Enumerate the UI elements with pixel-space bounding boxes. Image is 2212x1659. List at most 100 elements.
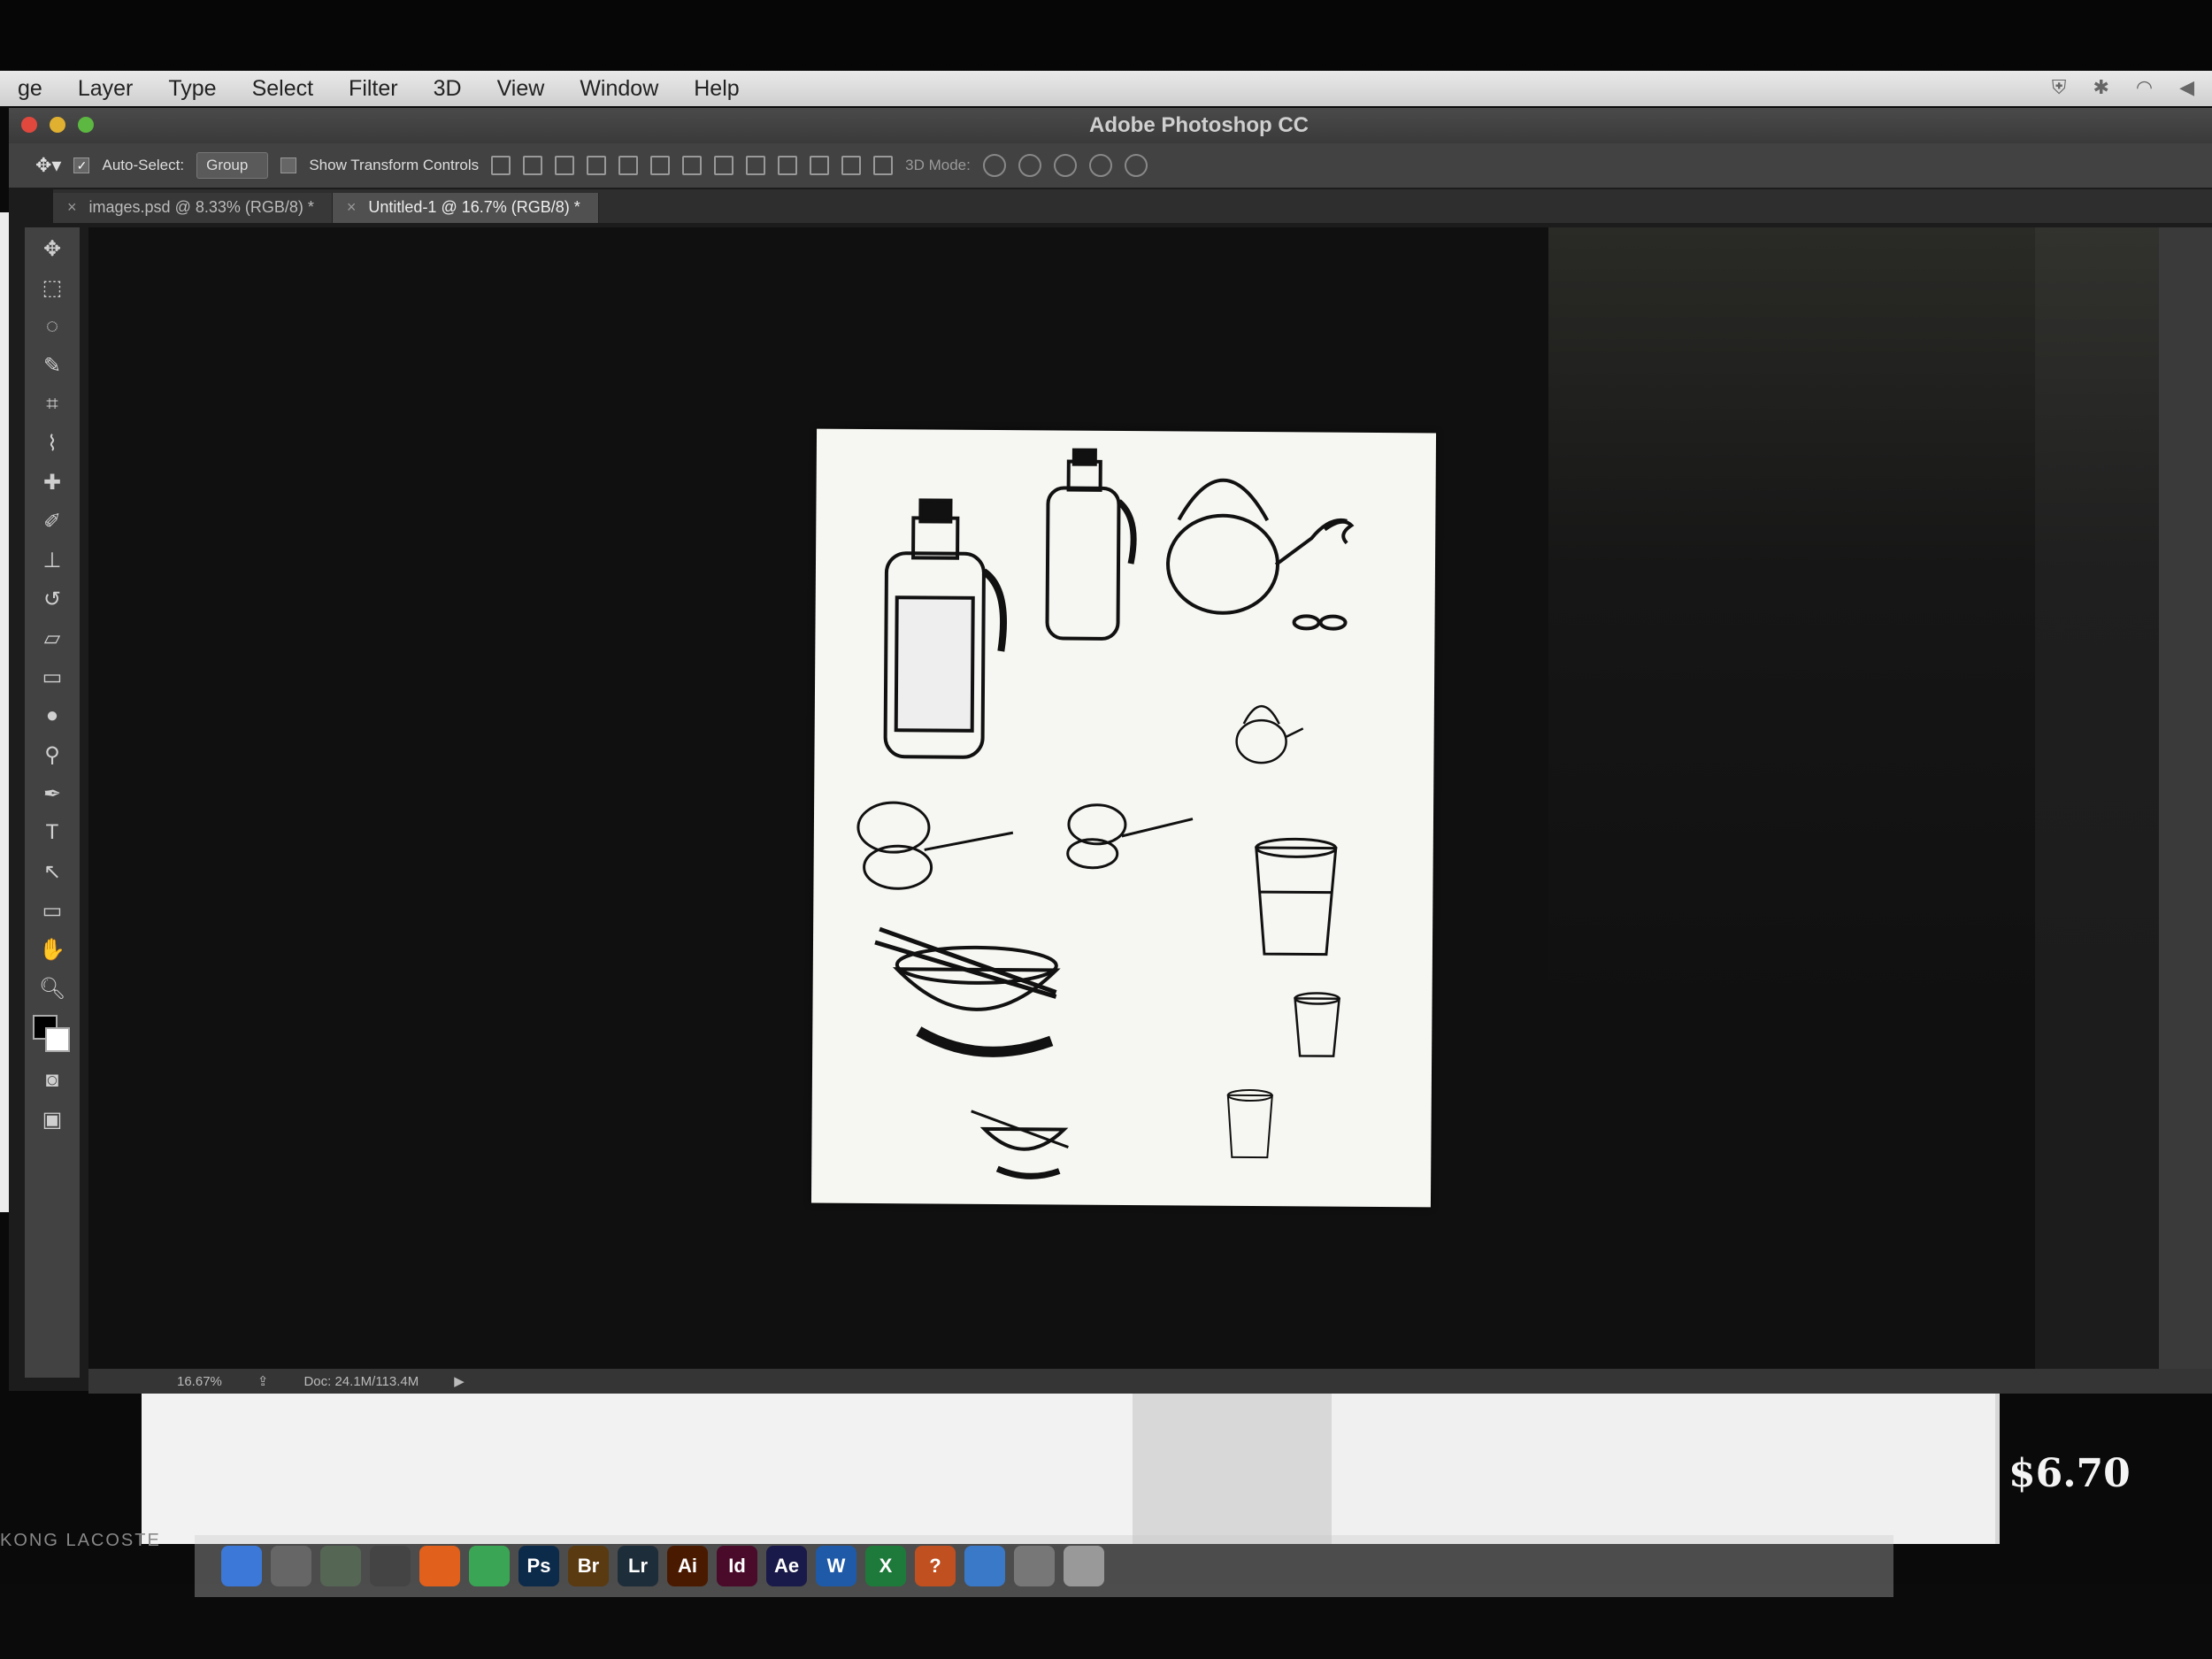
align-right-icon[interactable] [650, 156, 671, 175]
distribute-bottom-icon[interactable] [746, 156, 766, 175]
auto-select-dropdown[interactable]: Group [196, 152, 269, 179]
distribute-right-icon[interactable] [841, 156, 862, 175]
illustrator-icon[interactable]: Ai [667, 1546, 708, 1586]
healing-brush-icon[interactable]: ✚ [35, 465, 70, 500]
distribute-top-icon[interactable] [682, 156, 703, 175]
distribute-hcenter-icon[interactable] [810, 156, 830, 175]
close-tab-icon[interactable]: × [67, 198, 77, 216]
menu-3d[interactable]: 3D [416, 76, 480, 102]
align-left-icon[interactable] [587, 156, 607, 175]
help-icon[interactable]: ? [915, 1546, 956, 1586]
bluetooth-icon[interactable]: ✱ [2093, 76, 2108, 99]
close-tab-icon[interactable]: × [347, 198, 357, 216]
teapot-large-illustration [1166, 478, 1355, 631]
document-artwork [856, 448, 1355, 1179]
dodge-tool-icon[interactable]: ⚲ [35, 737, 70, 772]
window-title: Adobe Photoshop CC [1089, 113, 1309, 137]
share-icon[interactable]: ⇪ [257, 1373, 269, 1389]
menu-help[interactable]: Help [676, 76, 757, 102]
menu-filter[interactable]: Filter [331, 76, 416, 102]
trash-icon[interactable] [1064, 1546, 1104, 1586]
document-canvas[interactable] [810, 428, 1437, 1208]
3d-slide-icon[interactable] [1088, 154, 1112, 177]
lightroom-icon[interactable]: Lr [618, 1546, 658, 1586]
color-swatches[interactable] [33, 1015, 72, 1054]
bowl-chopsticks-small-illustration [971, 1110, 1069, 1179]
align-top-icon[interactable] [491, 156, 511, 175]
clone-stamp-icon[interactable]: ⊥ [35, 542, 70, 578]
glass-medium-illustration [1294, 992, 1340, 1057]
menu-select[interactable]: Select [234, 76, 331, 102]
system-prefs-icon[interactable] [1014, 1546, 1055, 1586]
path-select-tool-icon[interactable]: ↖ [35, 854, 70, 889]
window-controls [21, 117, 94, 133]
close-window-button[interactable] [21, 117, 37, 133]
zoom-level[interactable]: 16.67% [177, 1374, 222, 1389]
align-vcenter-icon[interactable] [523, 156, 543, 175]
finder-icon[interactable] [221, 1546, 262, 1586]
quick-mask-icon[interactable]: ◙ [35, 1063, 70, 1098]
zoom-tool-icon[interactable]: 🔍︎ [35, 971, 70, 1006]
zoom-window-button[interactable] [78, 117, 94, 133]
chrome-icon[interactable] [469, 1546, 510, 1586]
3d-rotate-icon[interactable] [982, 154, 1006, 177]
3d-scale-icon[interactable] [1124, 154, 1148, 177]
background-windows [142, 1394, 2000, 1544]
aftereffects-icon[interactable]: Ae [766, 1546, 807, 1586]
menu-layer[interactable]: Layer [60, 76, 151, 102]
blur-tool-icon[interactable]: ● [35, 698, 70, 733]
minimize-window-button[interactable] [50, 117, 65, 133]
pen-tool-icon[interactable]: ✒ [35, 776, 70, 811]
lasso-tool-icon[interactable]: ◌ [35, 309, 70, 344]
distribute-vcenter-icon[interactable] [714, 156, 734, 175]
menu-window[interactable]: Window [562, 76, 676, 102]
doc-size[interactable]: Doc: 24.1M/113.4M [303, 1374, 419, 1389]
align-bottom-icon[interactable] [555, 156, 575, 175]
firefox-icon[interactable] [419, 1546, 460, 1586]
word-icon[interactable]: W [816, 1546, 856, 1586]
menu-type[interactable]: Type [150, 76, 234, 102]
indesign-icon[interactable]: Id [717, 1546, 757, 1586]
hand-tool-icon[interactable]: ✋ [35, 932, 70, 967]
3d-pan-icon[interactable] [1053, 154, 1077, 177]
glass-large-illustration [1255, 837, 1338, 956]
shield-icon[interactable]: ⛨ [2052, 76, 2067, 99]
eraser-tool-icon[interactable]: ▱ [35, 620, 70, 656]
bridge-icon[interactable]: Br [568, 1546, 609, 1586]
show-transform-checkbox[interactable] [280, 157, 297, 173]
eyedropper-tool-icon[interactable]: ⌇ [35, 426, 70, 461]
itunes-icon[interactable] [964, 1546, 1005, 1586]
brush-tool-icon[interactable]: ✐ [35, 503, 70, 539]
rectangle-tool-icon[interactable]: ▭ [35, 893, 70, 928]
wifi-icon[interactable]: ◠ [2136, 76, 2153, 99]
quick-select-tool-icon[interactable]: ✎ [35, 348, 70, 383]
gradient-tool-icon[interactable]: ▭ [35, 659, 70, 695]
distribute-left-icon[interactable] [778, 156, 798, 175]
tab-untitled-1[interactable]: × Untitled-1 @ 16.7% (RGB/8) * [332, 193, 599, 223]
status-arrow-icon[interactable]: ▶ [454, 1373, 465, 1389]
auto-align-icon[interactable] [873, 156, 894, 175]
tab-images-psd[interactable]: × images.psd @ 8.33% (RGB/8) * [53, 193, 333, 223]
bowl-chopsticks-large-illustration [874, 926, 1061, 1057]
photoshop-icon[interactable]: Ps [518, 1546, 559, 1586]
auto-select-checkbox[interactable]: ✓ [73, 157, 90, 173]
3d-roll-icon[interactable] [1018, 154, 1041, 177]
history-brush-icon[interactable]: ↺ [35, 581, 70, 617]
preview-icon[interactable] [320, 1546, 361, 1586]
move-tool-preset-icon[interactable]: ✥▾ [35, 154, 61, 177]
dvd-icon[interactable] [370, 1546, 411, 1586]
3d-mode-label: 3D Mode: [905, 157, 971, 173]
background-color-swatch[interactable] [45, 1027, 70, 1052]
move-tool-icon[interactable]: ✥ [35, 231, 70, 266]
marquee-tool-icon[interactable]: ⬚ [35, 270, 70, 305]
type-tool-icon[interactable]: T [35, 815, 70, 850]
menu-image[interactable]: ge [0, 76, 60, 102]
screen-mode-icon[interactable]: ▣ [35, 1102, 70, 1137]
launchpad-icon[interactable] [271, 1546, 311, 1586]
menu-view[interactable]: View [480, 76, 563, 102]
crop-tool-icon[interactable]: ⌗ [35, 387, 70, 422]
align-hcenter-icon[interactable] [618, 156, 639, 175]
volume-icon[interactable]: ◀ [2179, 76, 2194, 99]
excel-icon[interactable]: X [865, 1546, 906, 1586]
spoon-large-illustration [856, 801, 1014, 890]
